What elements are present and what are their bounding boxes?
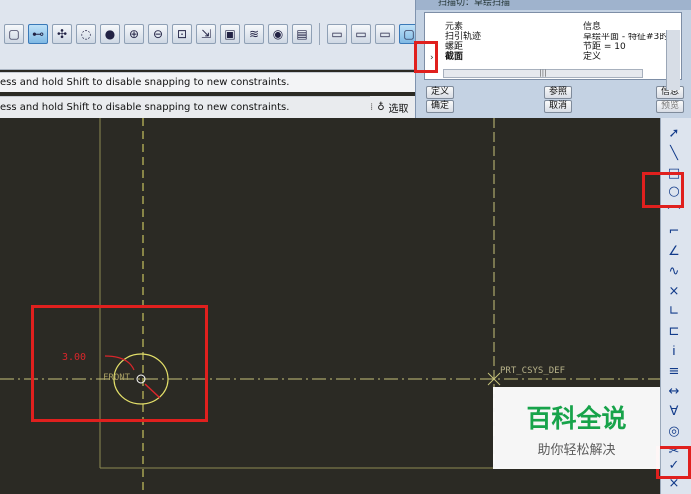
element-row-pitch[interactable]: 螺距 — [445, 43, 463, 52]
highlight-sketch-area — [31, 305, 208, 422]
dialog-side-scrollbar[interactable] — [666, 30, 680, 90]
orient-icon[interactable]: ⇲ — [196, 24, 216, 44]
select-arrow-icon[interactable]: ➚ — [665, 124, 683, 142]
zoom-in-icon[interactable]: ⊕ — [124, 24, 144, 44]
element-list: 元素 信息 扫引轨迹 草绘平面 - 特征#3的 螺距 节距 = 10 › 截面 … — [424, 12, 682, 80]
watermark-title: 百科全说 — [526, 404, 627, 433]
mouse-icon: ♁ — [377, 101, 385, 113]
palette-icon[interactable]: ◎ — [665, 422, 683, 440]
column-info: 信息 — [583, 22, 602, 32]
toolbar-separator — [319, 23, 320, 45]
highlight-circle-tool — [642, 172, 684, 208]
info-row-section: 定义 — [583, 52, 602, 62]
ok-button[interactable]: 确定 — [426, 100, 454, 113]
no-hidden-icon[interactable]: ▭ — [375, 24, 395, 44]
preview-button[interactable]: 预览 — [656, 100, 684, 113]
sketch-view-icon[interactable]: ▢ — [4, 24, 24, 44]
highlight-done-button — [656, 446, 691, 479]
zoom-out-icon[interactable]: ⊖ — [148, 24, 168, 44]
csys-icon[interactable]: ∟ — [665, 302, 683, 320]
fillet-icon[interactable]: ⌐ — [665, 222, 683, 240]
view-manager-icon[interactable]: ▣ — [220, 24, 240, 44]
selection-status: ⁞ ♁ 选取 — [370, 96, 420, 118]
wireframe-icon[interactable]: ▭ — [327, 24, 347, 44]
saved-view-icon[interactable]: ▤ — [292, 24, 312, 44]
sketch-mode-icon[interactable]: ⊷ — [28, 24, 48, 44]
watermark-logo: 百科全说 助你轻松解决 — [493, 387, 660, 469]
toolbar-row: ▢ ⊷ ✣ ◌ ● ⊕ ⊖ ⊡ ⇲ ▣ ≋ ◉ ▤ ▭ ▭ ▭ ▢ — [0, 20, 419, 48]
highlight-section-row — [414, 41, 438, 73]
message-line-1: ess and hold Shift to disable snapping t… — [0, 72, 420, 92]
modify-icon[interactable]: ∀ — [665, 402, 683, 420]
point-icon[interactable]: × — [665, 282, 683, 300]
element-row-trajectory[interactable]: 扫引轨迹 — [445, 33, 481, 42]
cancel-button[interactable]: 取消 — [544, 100, 572, 113]
element-row-section[interactable]: 截面 — [445, 53, 463, 62]
appearance-icon[interactable]: ◉ — [268, 24, 288, 44]
message-line-2: ess and hold Shift to disable snapping t… — [0, 96, 420, 118]
sphere-icon[interactable]: ● — [100, 24, 120, 44]
info-row-pitch: 节距 = 10 — [583, 42, 626, 52]
refit-icon[interactable]: ⊡ — [172, 24, 192, 44]
chamfer-icon[interactable]: ∠ — [665, 242, 683, 260]
display-icon[interactable]: ◌ — [76, 24, 96, 44]
spline-icon[interactable]: ∿ — [665, 262, 683, 280]
select-label[interactable]: 选取 — [389, 100, 409, 115]
horizontal-scrollbar[interactable]: ||| — [443, 69, 643, 78]
reference-button[interactable]: 参照 — [544, 86, 572, 99]
column-element: 元素 — [445, 22, 464, 32]
sweep-cut-dialog: 扫描切：草绘扫描 元素 信息 扫引轨迹 草绘平面 - 特征#3的 螺距 节距 =… — [415, 0, 691, 118]
network-icon[interactable]: ✣ — [52, 24, 72, 44]
hidden-line-icon[interactable]: ▭ — [351, 24, 371, 44]
dialog-title: 扫描切：草绘扫描 — [416, 0, 691, 10]
text-icon[interactable]: Ꭵ — [665, 342, 683, 360]
line-icon[interactable]: ╲ — [665, 144, 683, 162]
define-button[interactable]: 定义 — [426, 86, 454, 99]
constraint-icon[interactable]: ≡ — [665, 362, 683, 380]
offset-icon[interactable]: ⊏ — [665, 322, 683, 340]
csys-label: PRT_CSYS_DEF — [500, 366, 565, 376]
separator-icon: ⁞ — [370, 101, 374, 113]
layers-icon[interactable]: ≋ — [244, 24, 264, 44]
dimension-icon[interactable]: ↔ — [665, 382, 683, 400]
watermark-subtitle: 助你轻松解决 — [537, 443, 616, 458]
